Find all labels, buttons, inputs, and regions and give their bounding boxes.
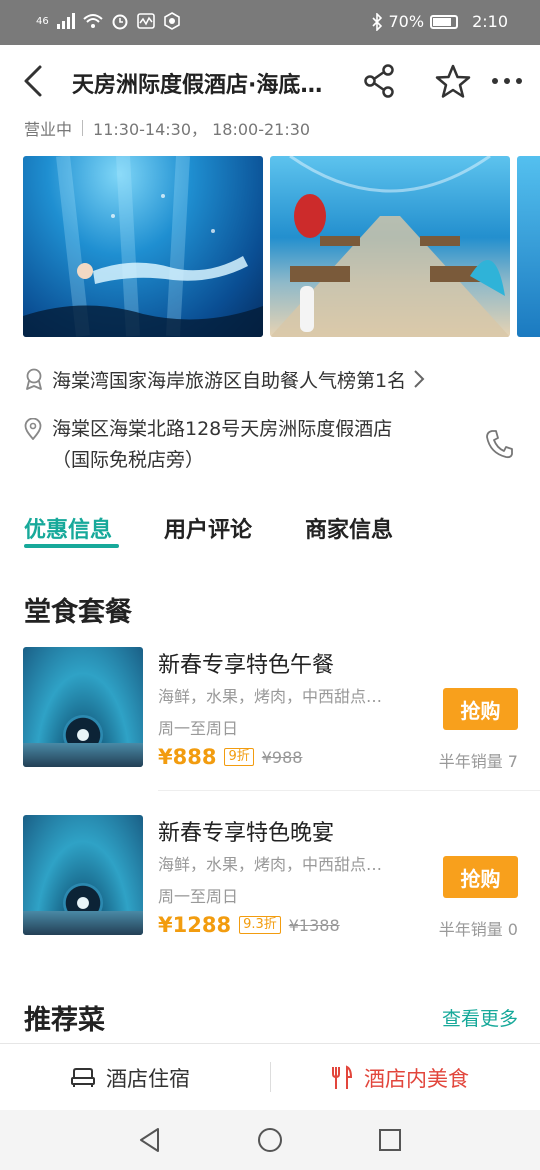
back-icon[interactable] (18, 63, 52, 99)
tab-merchant-info[interactable]: 商家信息 (305, 512, 393, 544)
bottom-divider (270, 1062, 271, 1092)
tab-reviews[interactable]: 用户评论 (164, 512, 252, 544)
deal-price-row: ¥1288 9.3折 ¥1388 (158, 913, 340, 937)
page-title: 天房洲际度假酒店·海底… (72, 73, 323, 98)
wifi-icon (83, 14, 103, 28)
activity-icon (136, 13, 155, 29)
open-status: 营业中 (24, 120, 73, 139)
address-line: （国际免税店旁） (52, 449, 205, 471)
signal-icon (56, 13, 75, 29)
tab-deals[interactable]: 优惠信息 (24, 512, 112, 544)
view-more-link[interactable]: 查看更多 (442, 1004, 518, 1031)
ranking-link[interactable]: 海棠湾国家海岸旅游区自助餐人气榜第1名 (24, 364, 524, 394)
address-row[interactable]: 海棠区海棠北路128号天房洲际度假酒店 （国际免税店旁） (24, 414, 524, 478)
status-bar: 46 70% 2:10 (0, 0, 540, 45)
deal-days: 周一至周日 (158, 719, 239, 738)
sales-count: 半年销量 7 (438, 752, 518, 771)
bottom-tab-hotel-label: 酒店住宿 (106, 1066, 190, 1091)
business-hours: 营业中 11:30-14:30， 18:00-21:30 (24, 116, 310, 140)
nav-recents-icon[interactable] (376, 1126, 404, 1154)
address-line: 海棠区海棠北路128号天房洲际度假酒店 (52, 418, 393, 440)
section-title-recommended: 推荐菜 (24, 1005, 105, 1036)
gallery-photo[interactable] (23, 156, 263, 337)
hours-divider (82, 120, 84, 136)
battery-percent: 70% (388, 12, 425, 31)
header: 天房洲际度假酒店·海底… (0, 45, 540, 117)
sales-count: 半年销量 0 (438, 920, 518, 939)
bottom-tab-dining[interactable]: 酒店内美食 (330, 1044, 469, 1111)
deal-item[interactable]: 新春专享特色午餐 海鲜，水果，烤肉，中西甜点… 周一至周日 ¥888 9折 ¥9… (23, 647, 518, 771)
bottom-tab-hotel[interactable]: 酒店住宿 (70, 1044, 190, 1111)
address-text: 海棠区海棠北路128号天房洲际度假酒店 （国际免税店旁） (52, 414, 462, 476)
tab-indicator (24, 544, 119, 548)
tab-bar: 优惠信息 用户评论 商家信息 (0, 506, 540, 550)
deal-price: ¥1288 (158, 913, 232, 937)
deal-name: 新春专享特色午餐 (158, 653, 335, 678)
opening-times: 11:30-14:30， 18:00-21:30 (93, 120, 311, 139)
deal-price: ¥888 (158, 745, 217, 769)
deal-image (23, 815, 143, 935)
app-badge-icon (163, 12, 180, 30)
network-label: 46 (36, 15, 49, 27)
gallery-photo[interactable] (270, 156, 510, 337)
share-icon[interactable] (362, 63, 398, 99)
alarm-icon (112, 14, 128, 30)
bottom-tab-dining-label: 酒店内美食 (364, 1066, 469, 1091)
location-pin-icon (24, 418, 42, 440)
discount-badge: 9折 (224, 748, 254, 766)
deal-description: 海鲜，水果，烤肉，中西甜点… (158, 855, 383, 874)
ranking-text: 海棠湾国家海岸旅游区自助餐人气榜第1名 (52, 369, 407, 392)
discount-badge: 9.3折 (239, 916, 281, 934)
deal-price-row: ¥888 9折 ¥988 (158, 745, 302, 769)
section-title-dine-in: 堂食套餐 (24, 597, 132, 628)
phone-icon[interactable] (484, 428, 514, 460)
bed-icon (71, 1067, 95, 1087)
battery-icon (430, 14, 459, 29)
original-price: ¥988 (261, 747, 303, 767)
cutlery-icon (332, 1064, 353, 1089)
clock: 2:10 (472, 12, 508, 31)
buy-button[interactable]: 抢购 (443, 856, 518, 898)
more-icon[interactable] (490, 75, 524, 87)
deal-days: 周一至周日 (158, 887, 239, 906)
deal-item[interactable]: 新春专享特色晚宴 海鲜，水果，烤肉，中西甜点… 周一至周日 ¥1288 9.3折… (23, 815, 518, 939)
chevron-right-icon (414, 370, 425, 388)
original-price: ¥1388 (288, 915, 340, 935)
photo-gallery[interactable] (23, 156, 540, 337)
gallery-photo[interactable] (517, 156, 540, 337)
divider (158, 790, 540, 791)
bluetooth-icon (371, 12, 382, 31)
star-icon[interactable] (434, 63, 472, 101)
bottom-tab-bar: 酒店住宿 酒店内美食 (0, 1043, 540, 1110)
nav-back-icon[interactable] (136, 1126, 164, 1154)
buy-button[interactable]: 抢购 (443, 688, 518, 730)
deal-name: 新春专享特色晚宴 (158, 821, 335, 846)
nav-home-icon[interactable] (256, 1126, 284, 1154)
deal-image (23, 647, 143, 767)
deal-description: 海鲜，水果，烤肉，中西甜点… (158, 687, 383, 706)
award-icon (26, 368, 42, 390)
system-nav-bar (0, 1110, 540, 1170)
